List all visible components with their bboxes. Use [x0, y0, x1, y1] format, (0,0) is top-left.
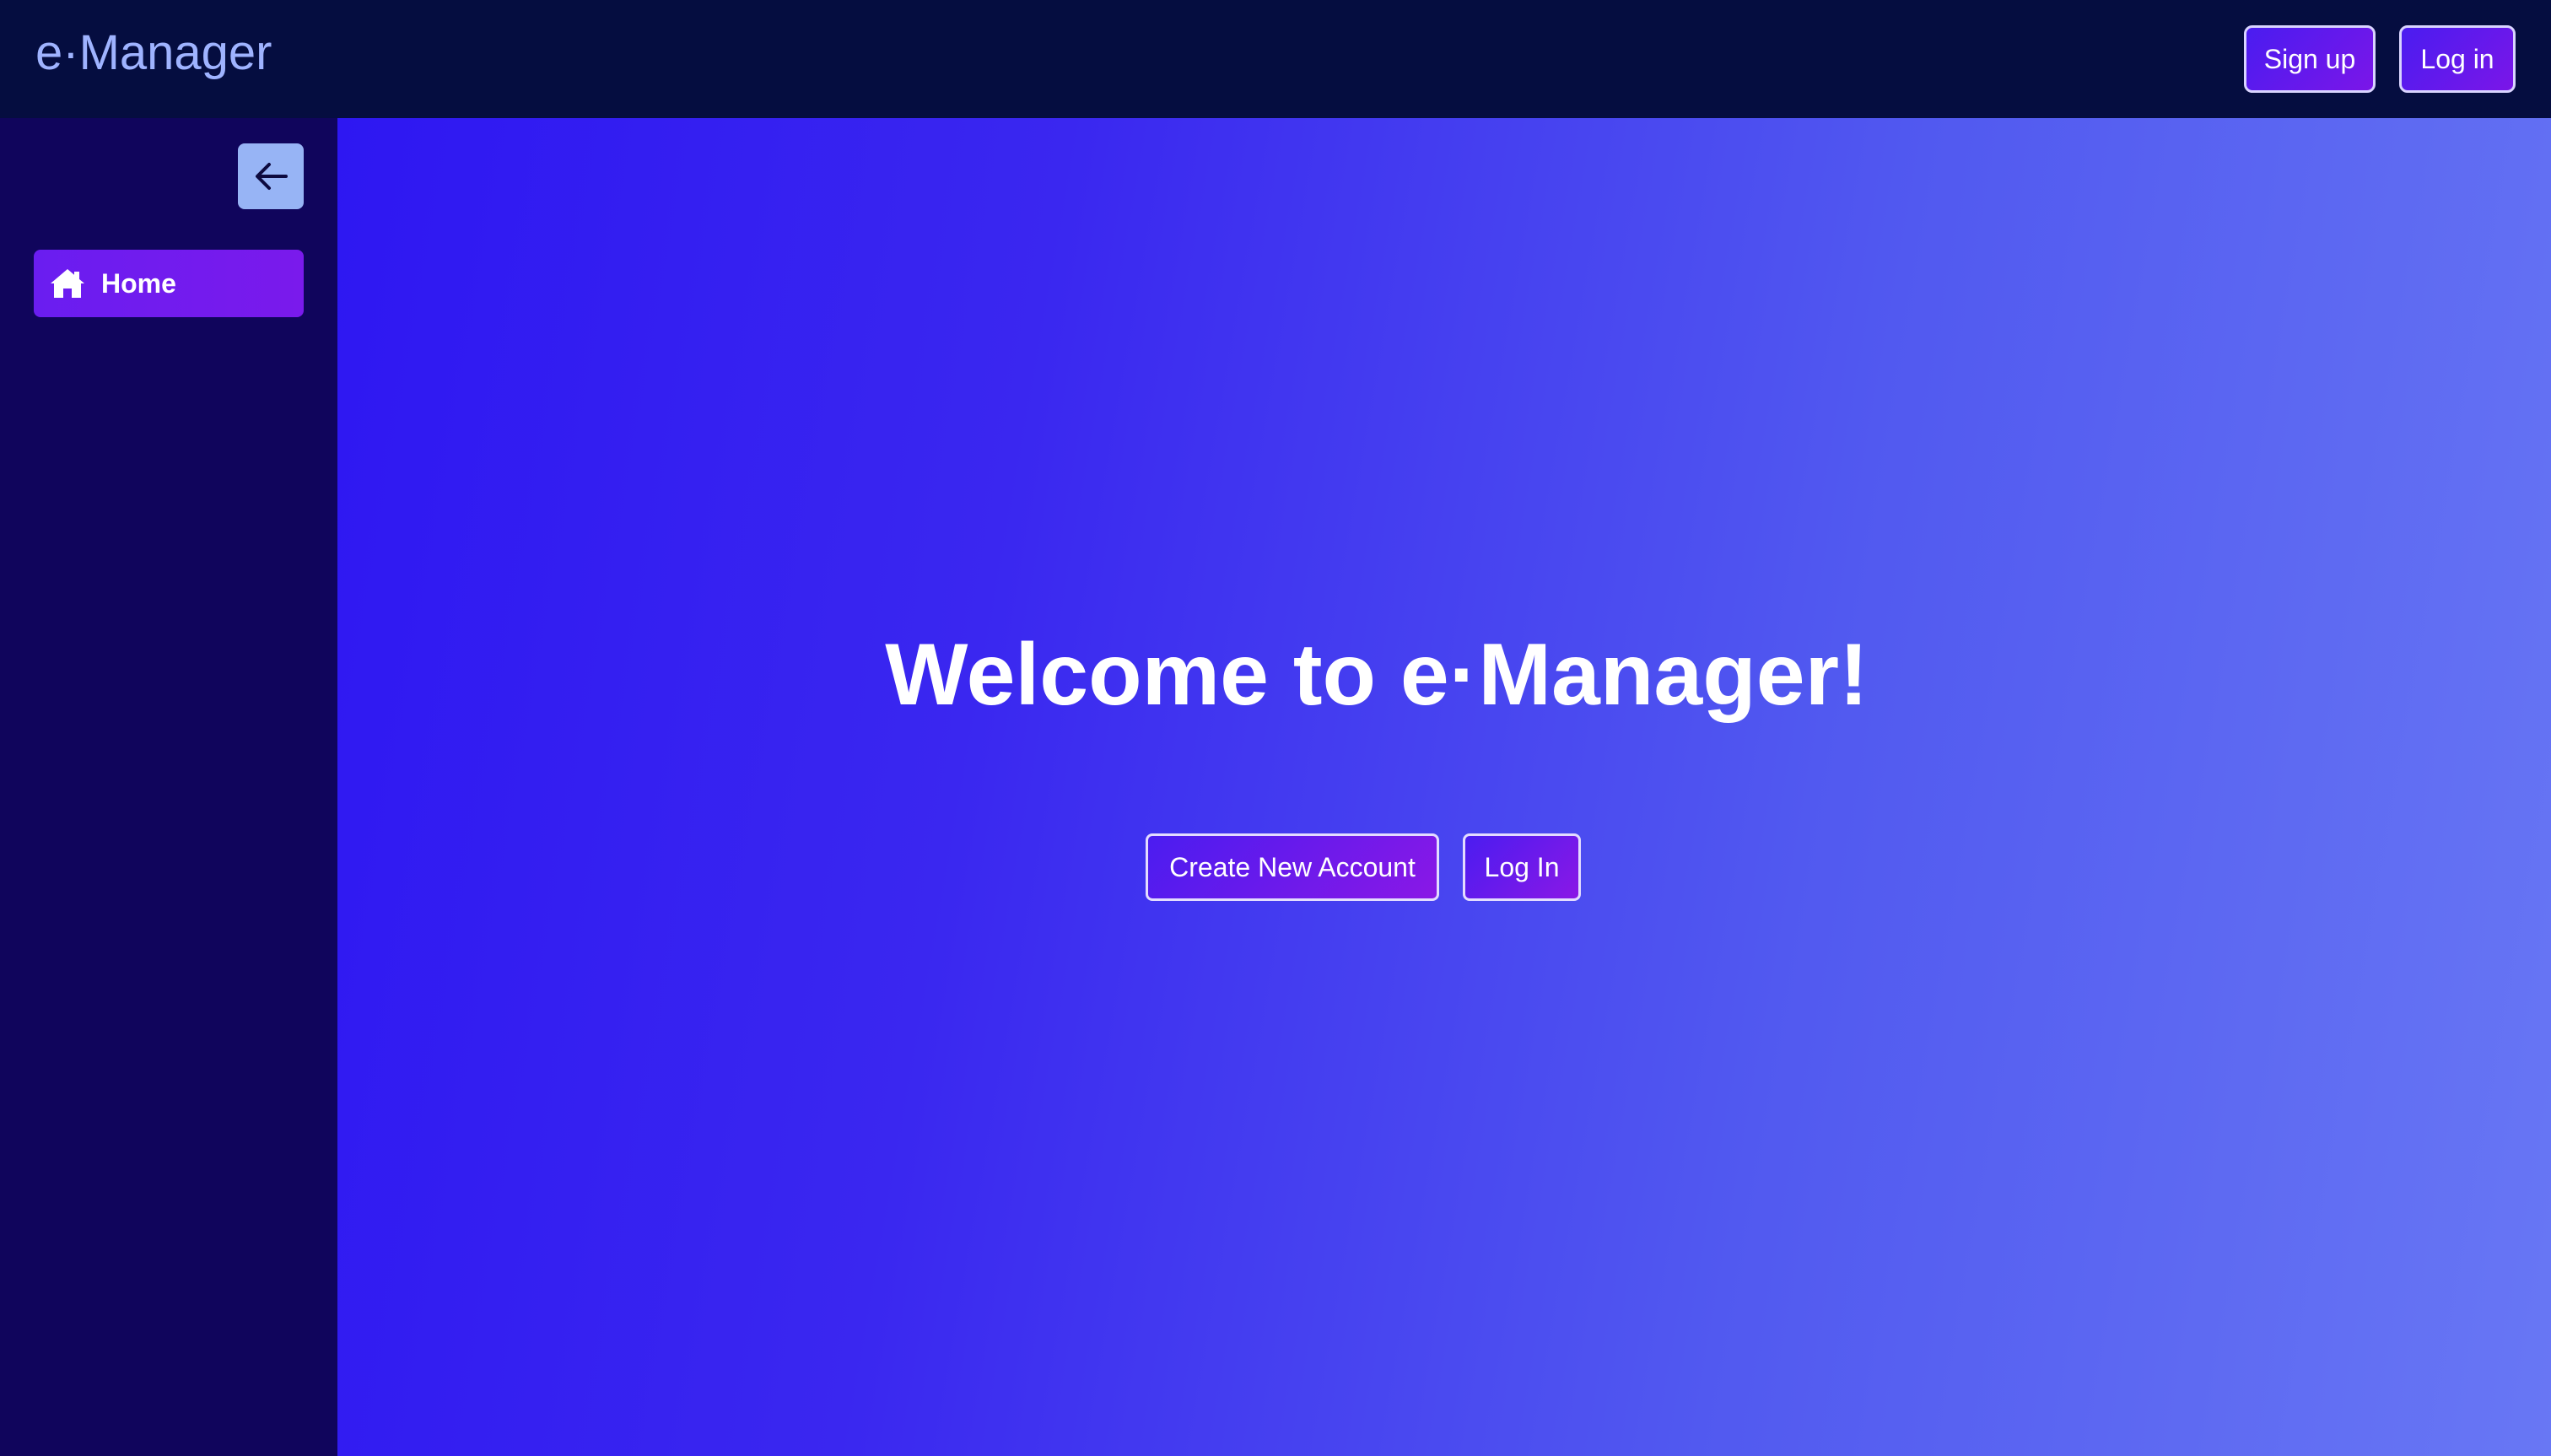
- arrow-left-icon: [256, 163, 288, 190]
- top-header: e·Manager Sign up Log in: [0, 0, 2551, 118]
- brand-logo[interactable]: e·Manager: [35, 24, 272, 83]
- main-login-button[interactable]: Log In: [1463, 833, 1581, 901]
- signup-button[interactable]: Sign up: [2244, 25, 2376, 93]
- main-content: Welcome to e·Manager! Create New Account…: [337, 118, 2551, 1456]
- create-account-button[interactable]: Create New Account: [1146, 833, 1439, 901]
- sidebar: Home: [0, 118, 337, 1456]
- sidebar-item-label: Home: [101, 267, 176, 299]
- cta-button-group: Create New Account Log In: [1146, 833, 1581, 901]
- login-button[interactable]: Log in: [2399, 25, 2516, 93]
- home-icon: [49, 267, 86, 300]
- welcome-title: Welcome to e·Manager!: [885, 626, 1869, 724]
- sidebar-collapse-button[interactable]: [238, 143, 304, 209]
- app-root: e·Manager Sign up Log in Home Welcome to…: [0, 0, 2551, 1456]
- sidebar-item-home[interactable]: Home: [34, 250, 304, 317]
